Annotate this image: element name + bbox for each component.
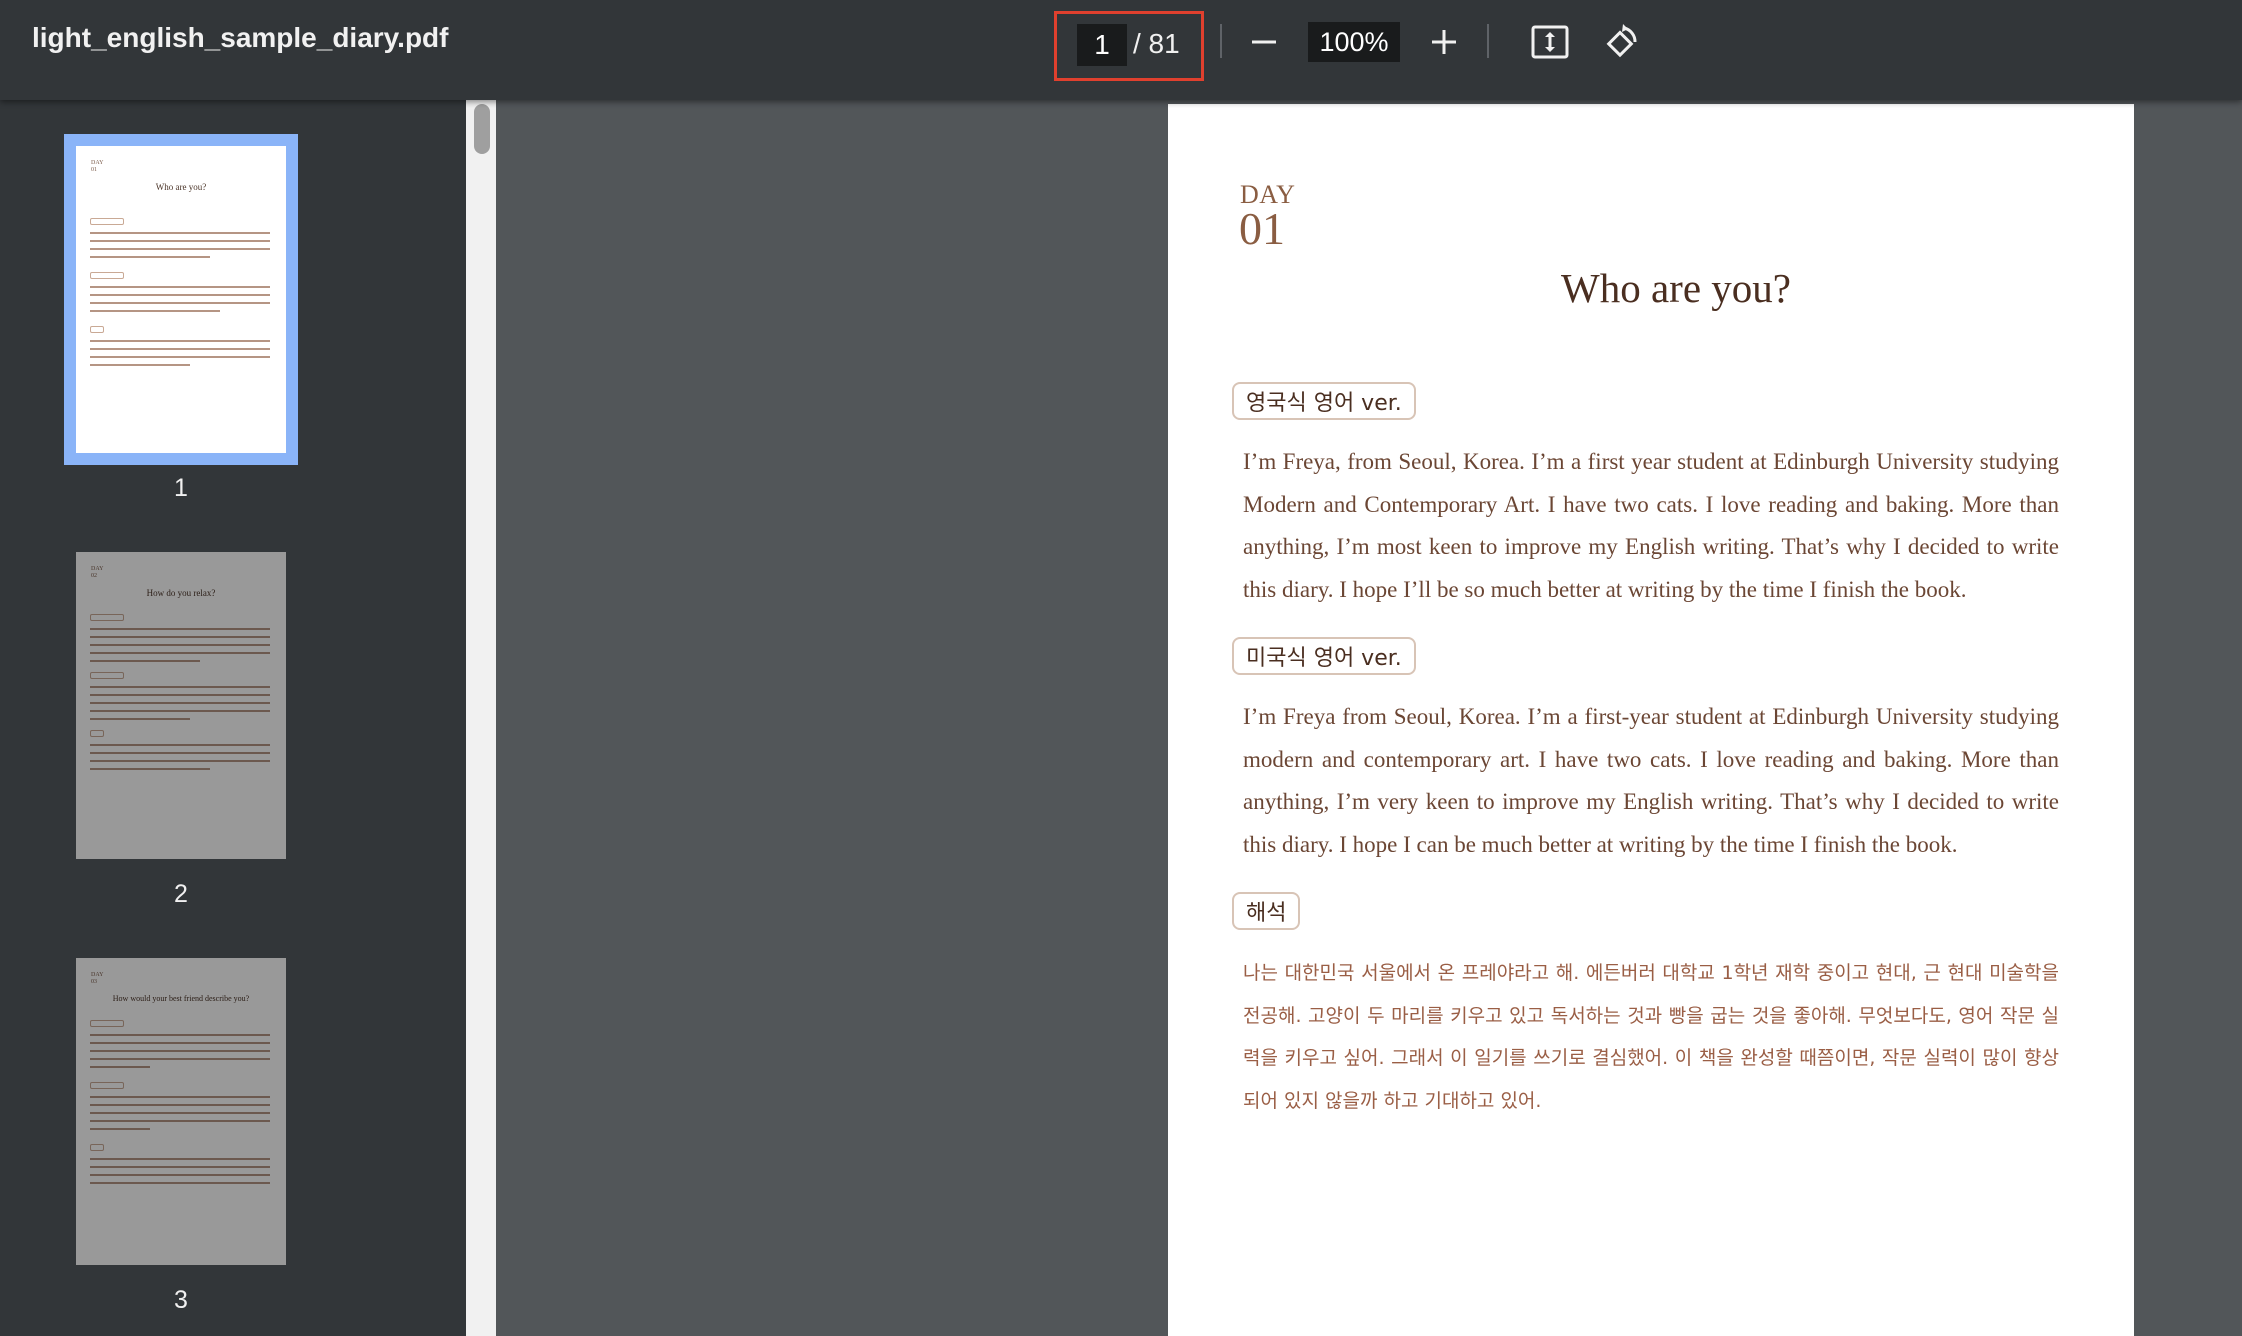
mini-tag xyxy=(90,218,124,225)
mini-text-line xyxy=(90,1158,270,1160)
page-title: Who are you? xyxy=(1561,265,1791,311)
mini-text-line xyxy=(90,232,270,234)
thumbnail-sidebar: DAY 01 Who are you? 1 DAY 02 How do you re… xyxy=(0,100,466,1336)
mini-tag xyxy=(90,614,124,621)
toolbar-divider xyxy=(1487,24,1489,58)
mini-text-line xyxy=(90,302,270,304)
paragraph-translation: 나는 대한민국 서울에서 온 프레야라고 해. 에든버러 대학교 1학년 재학 … xyxy=(1243,962,2059,1112)
mini-text-line xyxy=(90,1042,270,1044)
mini-text-line xyxy=(90,1166,270,1168)
day-number: 01 xyxy=(1239,203,1285,254)
mini-text-line xyxy=(90,718,190,720)
mini-text-line xyxy=(90,1174,270,1176)
mini-text-line xyxy=(90,702,270,704)
thumbnail-label: 3 xyxy=(174,1286,188,1314)
paragraph-british: I’m Freya, from Seoul, Korea. I’m a firs… xyxy=(1243,449,2059,602)
mini-text-line xyxy=(90,710,270,712)
toolbar-divider xyxy=(1220,24,1222,58)
mini-text-line xyxy=(90,628,270,630)
paragraph-american: I’m Freya from Seoul, Korea. I’m a first… xyxy=(1243,704,2059,857)
mini-title: How would your best friend describe you? xyxy=(112,994,250,1003)
plus-icon xyxy=(1432,30,1456,54)
fit-to-page-button[interactable] xyxy=(1528,20,1572,64)
mini-text-line xyxy=(90,686,270,688)
page-selector: / 81 xyxy=(1054,11,1204,81)
thumbnail-label: 2 xyxy=(174,880,188,908)
mini-day: DAY 03 xyxy=(91,972,104,985)
section-tag-translation: 해석 xyxy=(1232,892,1301,930)
mini-text-line xyxy=(90,364,190,366)
mini-text-line xyxy=(90,652,270,654)
mini-text-line xyxy=(90,256,210,258)
mini-text-line xyxy=(90,644,270,646)
mini-text-line xyxy=(90,1066,150,1068)
mini-text-line xyxy=(90,348,270,350)
mini-tag xyxy=(90,1020,124,1027)
mini-text-line xyxy=(90,1182,270,1184)
mini-tag xyxy=(90,1144,104,1151)
zoom-out-button[interactable] xyxy=(1242,20,1286,64)
mini-text-line xyxy=(90,1104,270,1106)
minus-icon xyxy=(1252,40,1276,44)
mini-text-line xyxy=(90,1096,270,1098)
mini-tag xyxy=(90,272,124,279)
rotate-button[interactable] xyxy=(1599,20,1643,64)
mini-text-line xyxy=(90,694,270,696)
toolbar: light_english_sample_diary.pdf / 81 100% xyxy=(0,0,2242,100)
mini-tag xyxy=(90,1082,124,1089)
section-tag-british: 영국식 영어 ver. xyxy=(1232,382,1416,420)
file-title: light_english_sample_diary.pdf xyxy=(32,22,449,53)
mini-day: DAY 01 xyxy=(91,160,104,173)
mini-title: How do you relax? xyxy=(146,588,216,598)
zoom-level[interactable]: 100% xyxy=(1308,22,1400,62)
mini-text-line xyxy=(90,752,270,754)
mini-text-line xyxy=(90,744,270,746)
fit-page-icon xyxy=(1531,25,1569,59)
mini-text-line xyxy=(90,310,220,312)
mini-text-line xyxy=(90,340,270,342)
sidebar-scrollbar-thumb[interactable] xyxy=(474,104,490,154)
mini-text-line xyxy=(90,636,270,638)
document-page: DAY 01 Who are you? 영국식 영어 ver. I’m Frey… xyxy=(1168,104,2134,1336)
page-total: / 81 xyxy=(1133,28,1180,59)
mini-text-line xyxy=(90,1112,270,1114)
mini-text-line xyxy=(90,356,270,358)
thumbnail-page-2[interactable]: DAY 02 How do you relax? xyxy=(76,552,286,859)
mini-text-line xyxy=(90,294,270,296)
mini-text-line xyxy=(90,286,270,288)
section-tag-american: 미국식 영어 ver. xyxy=(1232,637,1416,675)
mini-tag xyxy=(90,730,104,737)
mini-text-line xyxy=(90,1058,270,1060)
mini-title: Who are you? xyxy=(155,182,207,192)
mini-text-line xyxy=(90,660,200,662)
mini-day: DAY 02 xyxy=(91,566,104,579)
zoom-in-button[interactable] xyxy=(1422,20,1466,64)
mini-text-line xyxy=(90,1120,270,1122)
mini-text-line xyxy=(90,240,270,242)
rotate-icon xyxy=(1606,24,1637,58)
thumbnail-label: 1 xyxy=(174,474,188,502)
mini-text-line xyxy=(90,1128,150,1130)
thumbnail-page-1[interactable]: DAY 01 Who are you? xyxy=(76,146,286,453)
mini-text-line xyxy=(90,248,270,250)
mini-tag xyxy=(90,672,124,679)
mini-text-line xyxy=(90,760,270,762)
mini-text-line xyxy=(90,768,210,770)
mini-tag xyxy=(90,326,104,333)
thumbnail-page-3[interactable]: DAY 03 How would your best friend describ… xyxy=(76,958,286,1265)
page-number-input[interactable] xyxy=(1077,24,1127,66)
sidebar-scrollbar-track[interactable] xyxy=(466,100,496,1336)
mini-text-line xyxy=(90,1034,270,1036)
mini-text-line xyxy=(90,1050,270,1052)
